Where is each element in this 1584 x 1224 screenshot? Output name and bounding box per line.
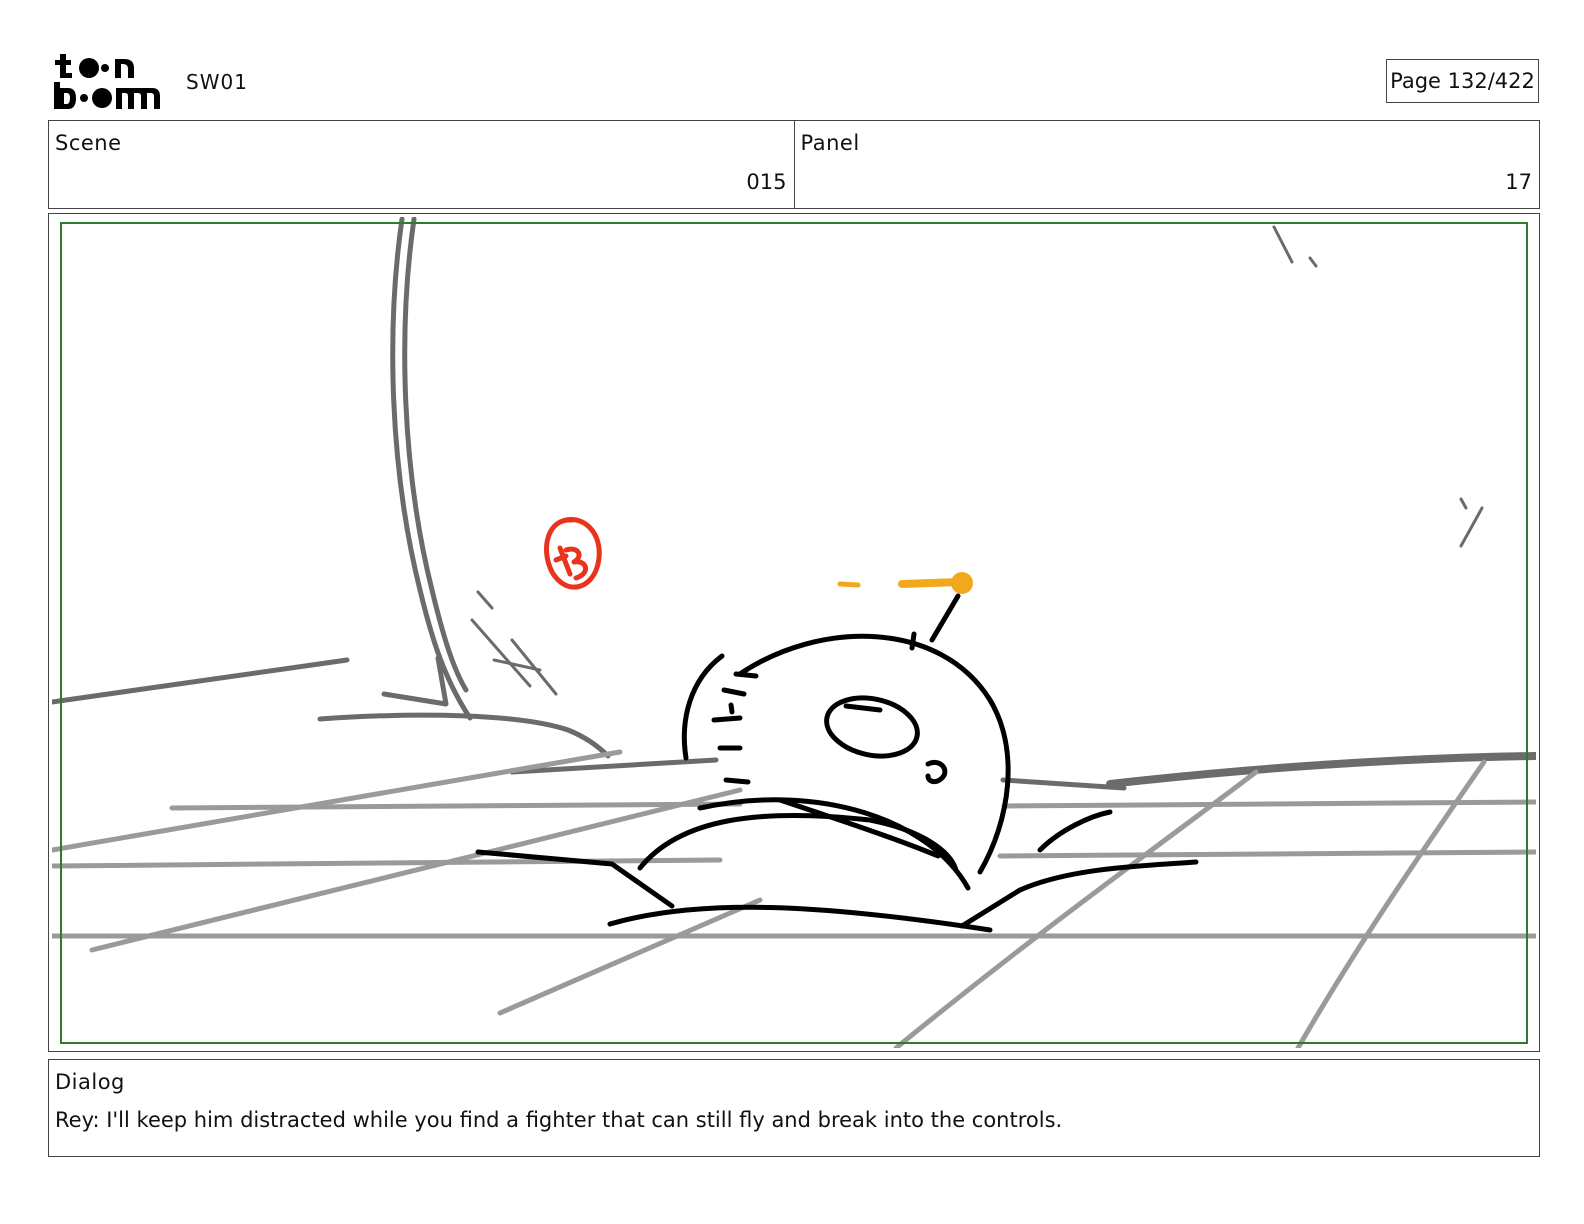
scene-number: 015 <box>746 170 787 194</box>
panel-label: Panel <box>800 131 860 155</box>
scene-panel-info: Scene 015 Panel 17 <box>48 120 1540 209</box>
panel-sketch <box>52 217 1536 1048</box>
dialog-box: Dialog Rey: I'll keep him distracted whi… <box>48 1059 1540 1157</box>
scene-cell: Scene 015 <box>49 121 794 208</box>
panel-number: 17 <box>1505 170 1532 194</box>
project-code: SW01 <box>186 70 248 94</box>
dialog-label: Dialog <box>55 1070 125 1094</box>
page-indicator: Page 132/422 <box>1386 59 1539 103</box>
panel-cell: Panel 17 <box>793 121 1540 208</box>
dialog-text: Rey: I'll keep him distracted while you … <box>55 1108 1063 1132</box>
antenna-icon <box>837 572 973 594</box>
toon-boom-logo <box>54 54 160 109</box>
scene-label: Scene <box>55 131 122 155</box>
floor-grid <box>52 749 1536 1048</box>
wall-curve <box>52 217 1536 791</box>
annotation-mark-icon <box>543 517 602 590</box>
speed-marks <box>470 225 1484 696</box>
droid-sketch <box>475 593 1199 933</box>
